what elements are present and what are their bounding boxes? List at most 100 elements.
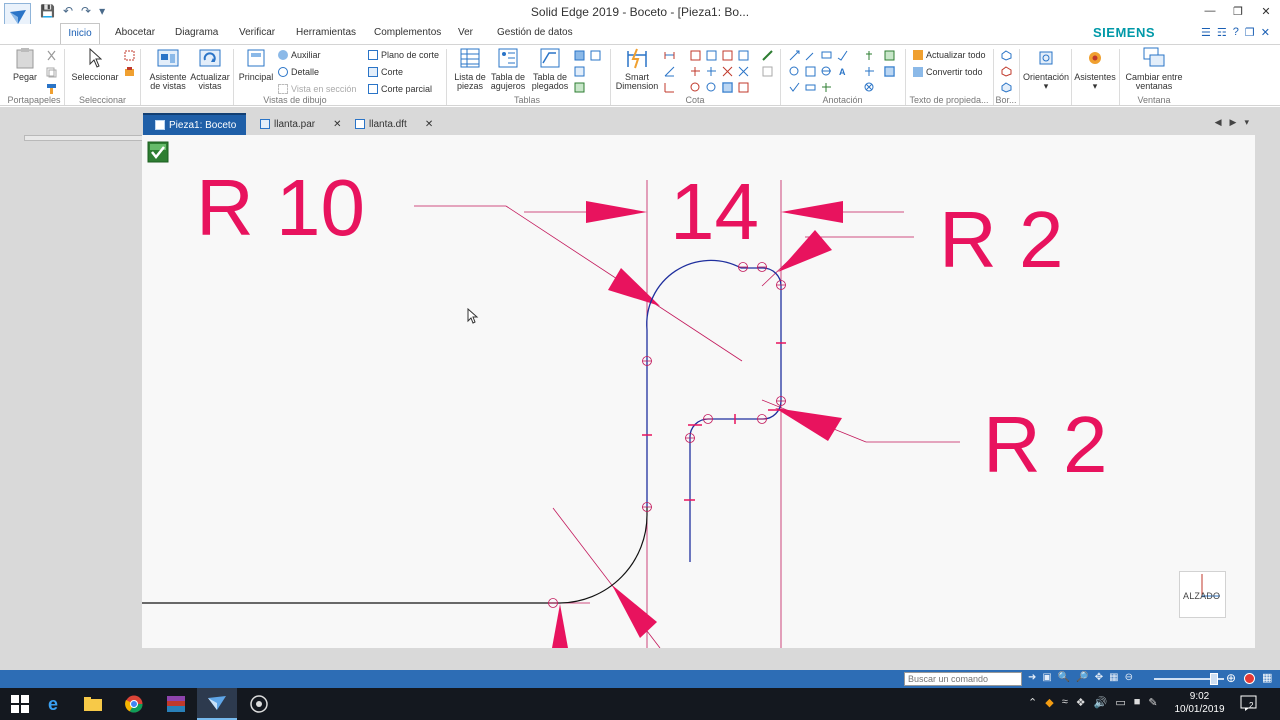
feature-control-icon[interactable] [821,66,832,77]
taskbar-explorer[interactable] [73,688,113,720]
dim-tool-e-icon[interactable] [690,66,701,77]
battery-icon[interactable]: ▭ [1115,696,1125,709]
tab-diagrama[interactable]: Diagrama [175,27,218,38]
tab-abocetar[interactable]: Abocetar [115,27,155,38]
parts-list-button[interactable]: Lista de piezas [452,47,488,91]
taskbar-solid-edge[interactable] [197,688,237,720]
dimension-r10[interactable]: R 10 [196,168,365,248]
dim-angle-icon[interactable] [664,66,675,77]
fit-view-icon[interactable]: ▣ [1042,672,1051,683]
taskbar-app-winrar[interactable] [156,688,196,720]
show-hidden-icons[interactable]: ⌃ [1028,696,1037,709]
table-tool-1-icon[interactable] [574,50,585,61]
annotation-extra-icon[interactable] [864,50,875,61]
volume-icon[interactable]: 🔊 [1094,696,1108,709]
zoom-icon[interactable]: 🔎 [1076,672,1088,683]
tab-list-icon[interactable]: ▾ [1244,117,1249,128]
command-search-input[interactable] [904,672,1022,686]
annotation-alt-icon[interactable] [884,50,895,61]
close-tab-icon[interactable]: ✕ [333,119,341,130]
dim-style-icon[interactable] [762,50,773,61]
select-tool-icon[interactable] [124,50,135,61]
cascade-icon[interactable]: ☶ [1217,26,1227,39]
view-orientation-alzado[interactable]: ALZADO [1179,571,1226,618]
maximize-icon[interactable]: ❐ [1224,0,1252,22]
tab-complementos[interactable]: Complementos [374,27,441,38]
tab-herramientas[interactable]: Herramientas [296,27,356,38]
border-tool-2-icon[interactable] [1001,66,1012,77]
vista-seccion-button[interactable]: Vista en sección [278,82,356,96]
smart-dimension-button[interactable]: Smart Dimension [614,47,660,91]
convertir-todo-button[interactable]: Convertir todo [913,65,983,79]
dim-tool-i-icon[interactable] [690,82,701,93]
copy-icon[interactable] [46,67,57,78]
customize-qat-icon[interactable]: ▾ [99,4,105,18]
weld-symbol-icon[interactable] [789,66,800,77]
doc-tab-llanta-par[interactable]: llanta.par ✕ [260,113,342,135]
pen-icon[interactable]: ✎ [1148,696,1157,709]
tab-ver[interactable]: Ver [458,27,473,38]
dim-tool-d-icon[interactable] [738,50,749,61]
dim-coordinate-icon[interactable] [664,82,675,93]
border-tool-3-icon[interactable] [1001,82,1012,93]
select-button[interactable]: Seleccionar [70,47,120,82]
zoom-in-icon[interactable]: ⊕ [1226,671,1236,685]
table-tool-4-icon[interactable] [574,82,585,93]
datum-icon[interactable] [864,66,875,77]
orientacion-button[interactable]: Orientación ▾ [1022,47,1070,91]
dim-tool-a-icon[interactable] [690,50,701,61]
tab-verificar[interactable]: Verificar [239,27,275,38]
tray-app-icon[interactable]: ◆ [1045,696,1053,709]
status-settings-icon[interactable]: ▦ [1262,671,1272,684]
record-icon[interactable] [1244,673,1255,684]
dim-copy-icon[interactable] [762,66,773,77]
save-icon[interactable]: 💾 [40,4,55,18]
connector-icon[interactable] [805,82,816,93]
zoom-area-icon[interactable]: 🔍 [1058,672,1070,683]
minimize-icon[interactable]: — [1196,0,1224,22]
format-painter-icon[interactable] [46,83,57,94]
arrange-icon[interactable]: ☰ [1201,26,1211,39]
dim-tool-f-icon[interactable] [706,66,717,77]
taskbar-chrome[interactable] [114,688,154,720]
bend-table-button[interactable]: Tabla de plegados [529,47,571,91]
dim-tool-b-icon[interactable] [706,50,717,61]
dim-tool-l-icon[interactable] [738,82,749,93]
restore-doc-icon[interactable]: ❐ [1245,26,1255,39]
zoom-slider-thumb[interactable] [1210,673,1218,685]
dim-tool-j-icon[interactable] [706,82,717,93]
dim-tool-h-icon[interactable] [738,66,749,77]
corte-button[interactable]: Corte [368,65,403,79]
surface-texture-icon[interactable] [837,50,848,61]
sketch-check-icon[interactable] [147,141,169,163]
zoom-out-icon[interactable]: ⊖ [1125,672,1133,683]
dimension-14[interactable]: 14 [670,172,759,252]
principal-view-button[interactable]: Principal [237,47,275,82]
tab-next-icon[interactable]: ▶ [1230,117,1237,128]
paste-button[interactable]: Pegar [10,47,40,82]
dimension-bottom-partial[interactable]: R 10 [800,640,969,648]
close-icon[interactable]: ✕ [1252,0,1280,22]
tab-prev-icon[interactable]: ◀ [1215,117,1222,128]
dim-distance-icon[interactable] [664,50,675,61]
update-views-button[interactable]: Actualizar vistas [190,47,230,91]
border-tool-1-icon[interactable] [1001,50,1012,61]
hole-table-button[interactable]: Tabla de agujeros [489,47,527,91]
tab-inicio[interactable]: Inicio [60,23,100,44]
pan-icon[interactable]: ✥ [1095,672,1103,683]
cut-icon[interactable] [46,50,57,61]
dim-tool-c-icon[interactable] [722,50,733,61]
auxiliar-button[interactable]: Auxiliar [278,48,321,62]
select-filter-icon[interactable] [124,66,135,77]
dim-tool-g-icon[interactable] [722,66,733,77]
annotation-grid-icon[interactable] [884,66,895,77]
leader-icon[interactable] [789,50,800,61]
close-tab-icon[interactable]: ✕ [425,119,433,130]
bolt-hole-circle-icon[interactable] [864,82,875,93]
help-icon[interactable]: ? [1233,26,1239,39]
balloon-icon[interactable] [805,50,816,61]
taskbar-edge[interactable]: e [33,688,73,720]
redo-icon[interactable]: ↷ [81,4,91,18]
doc-tab-pieza1-boceto[interactable]: Pieza1: Boceto [143,113,246,135]
plano-corte-button[interactable]: Plano de corte [368,48,439,62]
